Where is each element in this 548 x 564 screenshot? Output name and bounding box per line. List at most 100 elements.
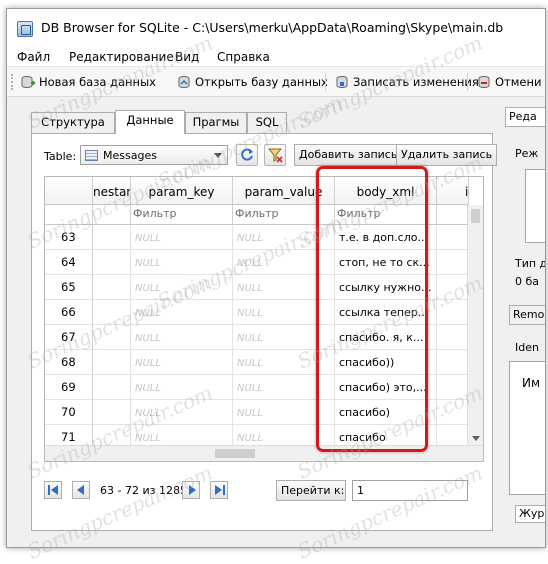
delete-record-button[interactable]: Удалить запись [396,144,498,166]
arrow-left-icon [51,485,58,495]
table-cell[interactable]: NULL [131,325,233,350]
table-cell[interactable] [93,325,131,350]
cell-editor[interactable] [525,169,545,243]
previous-page-button[interactable] [72,481,90,499]
revert-changes-label: Отмени [495,75,542,89]
refresh-icon [241,148,253,161]
null-value: NULL [135,408,161,419]
open-database-icon [177,75,191,89]
toolbar-separator [325,73,326,91]
new-database-label: Новая база данных [39,75,156,89]
arrow-right-icon [189,485,196,495]
toolbar: Новая база данных Открыть базу данных За… [7,67,545,97]
column-header[interactable]: param_key [131,177,233,205]
table-cell[interactable] [437,225,469,250]
menu-edit[interactable]: Редактирование [69,50,174,64]
filter-input[interactable] [437,205,469,225]
table-cell[interactable]: NULL [131,400,233,425]
table-select-value: Messages [103,148,157,162]
journal-tab[interactable]: Жур [515,505,545,523]
tab-pragmas[interactable]: Прагмы [185,112,247,133]
app-logo-icon [17,21,33,37]
table-cell[interactable]: NULL [131,225,233,250]
remote-tab[interactable]: Remo [509,305,545,325]
null-value: NULL [237,283,263,294]
write-changes-button[interactable]: Записать изменения [335,73,479,91]
table-cell[interactable]: NULL [131,350,233,375]
open-database-button[interactable]: Открыть базу данных [177,73,328,91]
null-value: NULL [237,383,263,394]
null-value: NULL [237,308,263,319]
row-number[interactable]: 66 [45,300,93,325]
row-number[interactable]: 67 [45,325,93,350]
table-cell[interactable] [437,400,469,425]
row-number[interactable]: 64 [45,250,93,275]
scroll-thumb[interactable] [215,449,255,458]
row-number[interactable]: 65 [45,275,93,300]
table-cell[interactable] [93,375,131,400]
goto-button[interactable]: Перейти к: [276,480,346,501]
new-database-button[interactable]: Новая база данных [21,73,156,91]
chevron-down-icon [214,153,222,158]
table-cell[interactable] [437,375,469,400]
null-value: NULL [135,308,161,319]
menu-file[interactable]: Файл [17,50,50,64]
vertical-scrollbar[interactable] [467,205,483,447]
table-cell[interactable] [437,250,469,275]
edit-cell-tab[interactable]: Реда [505,107,545,127]
body-xml-highlight [316,166,428,452]
table-cell[interactable] [437,275,469,300]
null-value: NULL [135,333,161,344]
goto-input[interactable]: 1 [352,480,468,501]
table-cell[interactable] [93,275,131,300]
scroll-thumb[interactable] [471,209,480,223]
revert-changes-button[interactable]: Отмени [477,73,542,91]
table-cell[interactable] [93,350,131,375]
tab-structure[interactable]: Структура БД [31,112,115,148]
row-number[interactable]: 70 [45,400,93,425]
table-cell[interactable] [437,350,469,375]
scroll-down-arrow-icon[interactable] [472,436,480,441]
table-cell[interactable] [437,325,469,350]
column-header[interactable]: nestamp [93,177,131,205]
arrow-right-icon [215,485,222,495]
null-value: NULL [237,433,263,444]
new-database-icon [21,75,35,89]
table-cell[interactable]: NULL [131,300,233,325]
column-header[interactable]: ide [437,177,469,205]
last-page-button[interactable] [210,481,228,499]
identity-select[interactable]: Им [509,361,545,495]
menu-view[interactable]: Вид [175,50,199,64]
filter-input[interactable]: Фильтр [131,205,233,225]
first-page-button[interactable] [44,481,62,499]
row-number[interactable]: 68 [45,350,93,375]
table-cell[interactable] [93,400,131,425]
corner-header[interactable] [45,177,93,205]
null-value: NULL [237,408,263,419]
identity-label: Iden [515,341,539,354]
app-window: DB Browser for SQLite - C:\Users\merku\A… [6,8,546,548]
null-value: NULL [135,358,161,369]
add-record-button[interactable]: Добавить запись [294,144,403,166]
toolbar-grip[interactable] [11,74,14,90]
tab-sql[interactable]: SQL [247,112,287,133]
table-cell[interactable] [93,250,131,275]
table-cell[interactable]: NULL [131,375,233,400]
row-number[interactable]: 63 [45,225,93,250]
table-cell[interactable]: NULL [131,275,233,300]
table-cell[interactable]: NULL [131,250,233,275]
toolbar-separator [467,73,468,91]
table-cell[interactable] [93,300,131,325]
clear-filters-button[interactable] [264,144,286,166]
tab-data[interactable]: Данные [115,110,185,134]
size-label: 0 ба [515,275,540,288]
table-cell[interactable] [437,300,469,325]
next-page-button[interactable] [182,481,200,499]
refresh-button[interactable] [236,144,258,166]
filter-input[interactable] [93,205,131,225]
menu-help[interactable]: Справка [217,50,270,64]
row-number[interactable]: 69 [45,375,93,400]
revert-changes-icon [477,75,491,89]
table-cell[interactable] [93,225,131,250]
table-select[interactable]: Messages [80,145,228,165]
